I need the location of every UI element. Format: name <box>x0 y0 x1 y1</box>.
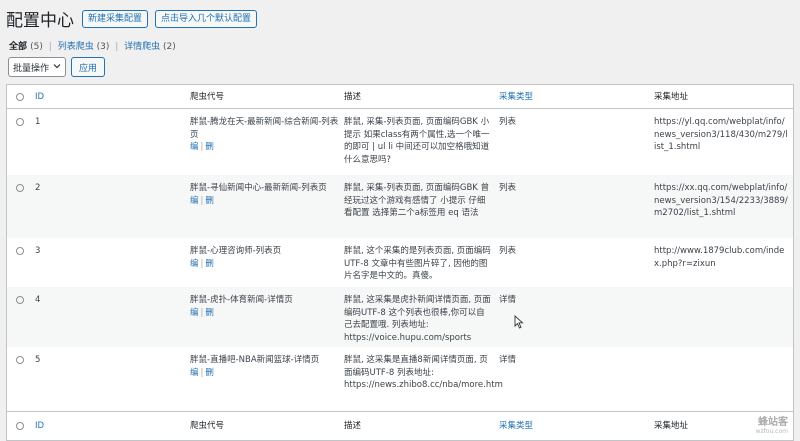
row-id: 3 <box>35 246 41 256</box>
edit-link[interactable]: 编 <box>190 142 199 152</box>
row-type: 详情 <box>499 295 517 305</box>
row-checkbox[interactable] <box>16 247 24 255</box>
new-config-button[interactable]: 新建采集配置 <box>82 9 149 28</box>
column-desc: 描述 <box>344 92 362 102</box>
row-id: 2 <box>35 183 41 193</box>
delete-link[interactable]: 删 <box>205 142 214 152</box>
page-title: 配置中心 <box>6 11 74 31</box>
column-name: 爬虫代号 <box>190 421 225 431</box>
row-url: https://yl.qq.com/webplat/info/news_vers… <box>654 117 788 152</box>
apply-button[interactable]: 应用 <box>71 57 106 77</box>
column-id[interactable]: ID <box>35 420 44 433</box>
column-name: 爬虫代号 <box>190 92 225 102</box>
table-row: 4 胖鼠-虎扑-体育新闻-详情页 编 | 删 胖鼠, 这采集是虎扑新闻详情页面, 页… <box>7 287 793 347</box>
chevron-down-icon <box>53 62 61 72</box>
site-watermark: 蜂站客 wzfou.com <box>756 413 788 435</box>
table-header: ID 爬虫代号 描述 采集类型 采集地址 <box>7 85 793 109</box>
row-type: 详情 <box>499 355 517 365</box>
filter-separator: | <box>115 42 119 52</box>
row-id: 5 <box>35 355 41 365</box>
view-filters: 全部 (5) | 列表爬虫 (3) | 详情爬虫 (2) <box>9 39 176 52</box>
bulk-action-select[interactable]: 批量操作 <box>8 57 66 77</box>
delete-link[interactable]: 删 <box>205 368 214 378</box>
row-desc: 胖鼠, 这采集是虎扑新闻详情页面, 页面编码UTF-8 这个列表也很棒,你可以自… <box>344 295 491 343</box>
row-checkbox[interactable] <box>16 296 24 304</box>
page-header: 配置中心 新建采集配置 点击导入几个默认配置 <box>6 6 264 31</box>
row-checkbox[interactable] <box>16 356 24 364</box>
row-url: http://www.1879club.com/index.php?r=zixu… <box>654 246 785 269</box>
edit-link[interactable]: 编 <box>190 259 199 269</box>
select-all-checkbox[interactable] <box>16 422 24 430</box>
column-type[interactable]: 采集类型 <box>499 420 533 433</box>
delete-link[interactable]: 删 <box>205 259 214 269</box>
select-all-checkbox[interactable] <box>16 93 24 101</box>
row-id: 4 <box>35 295 41 305</box>
row-type: 列表 <box>499 183 517 193</box>
edit-link[interactable]: 编 <box>190 196 199 206</box>
watermark-domain: wzfou.com <box>755 428 788 435</box>
filter-all[interactable]: 全部 (5) <box>9 42 43 52</box>
row-url: https://xx.qq.com/webplat/info/news_vers… <box>654 183 788 218</box>
row-desc: 胖鼠, 采集-列表页面, 页面编码GBK 小提示 如果class有两个属性,选一… <box>344 117 490 165</box>
mouse-pointer-icon <box>514 314 524 333</box>
column-id[interactable]: ID <box>35 91 44 104</box>
row-name: 胖鼠-虎扑-体育新闻-详情页 <box>190 295 293 305</box>
row-desc: 胖鼠, 这采集是直播8新闻详情页面, 页面编码UTF-8 列表地址: https… <box>344 355 503 390</box>
column-type[interactable]: 采集类型 <box>499 91 533 104</box>
row-checkbox[interactable] <box>16 184 24 192</box>
row-id: 1 <box>35 117 41 127</box>
row-type: 列表 <box>499 117 517 127</box>
table-row: 2 胖鼠-寻仙新闻中心-最新新闻-列表页 编 | 删 胖鼠, 采集-列表页面, 页面… <box>7 175 793 238</box>
filter-separator: | <box>48 42 52 52</box>
table-row: 1 胖鼠-腾龙在天-最新新闻-综合新闻-列表页 编 | 删 胖鼠, 采集-列表页面,… <box>7 109 793 175</box>
row-name: 胖鼠-心理咨询师-列表页 <box>190 246 282 256</box>
column-desc: 描述 <box>344 421 362 431</box>
table-row: 3 胖鼠-心理咨询师-列表页 编 | 删 胖鼠, 这个采集的是列表页面, 页面编码U… <box>7 238 793 287</box>
row-type: 列表 <box>499 246 517 256</box>
row-desc: 胖鼠, 采集-列表页面, 页面编码GBK 曾经玩过这个游戏有感情了 小提示 仔细… <box>344 183 490 218</box>
import-default-config-button[interactable]: 点击导入几个默认配置 <box>155 9 258 28</box>
bulk-action-selected: 批量操作 <box>13 63 50 74</box>
row-name: 胖鼠-直播吧-NBA新闻篮球-详情页 <box>190 355 320 365</box>
row-name: 胖鼠-腾龙在天-最新新闻-综合新闻-列表页 <box>190 117 339 140</box>
column-url: 采集地址 <box>654 92 689 102</box>
config-table: ID 爬虫代号 描述 采集类型 采集地址 1 胖鼠-腾龙在天-最新新闻-综合新闻… <box>6 84 794 441</box>
delete-link[interactable]: 删 <box>205 196 214 206</box>
row-checkbox[interactable] <box>16 118 24 126</box>
row-name: 胖鼠-寻仙新闻中心-最新新闻-列表页 <box>190 183 327 193</box>
edit-link[interactable]: 编 <box>190 368 199 378</box>
filter-list-crawler[interactable]: 列表爬虫 (3) <box>58 42 110 52</box>
watermark-logo: 蜂站客 <box>758 417 788 428</box>
edit-link[interactable]: 编 <box>190 308 199 318</box>
delete-link[interactable]: 删 <box>205 308 214 318</box>
row-desc: 胖鼠, 这个采集的是列表页面, 页面编码UTF-8 文章中有些图片碎了, 因他的… <box>344 246 491 281</box>
table-footer: ID 爬虫代号 描述 采集类型 采集地址 <box>7 411 793 440</box>
bulk-actions: 批量操作 应用 <box>8 57 106 77</box>
table-row: 5 胖鼠-直播吧-NBA新闻篮球-详情页 编 | 删 胖鼠, 这采集是直播8新闻详情… <box>7 347 793 411</box>
filter-detail-crawler[interactable]: 详情爬虫 (2) <box>124 42 176 52</box>
